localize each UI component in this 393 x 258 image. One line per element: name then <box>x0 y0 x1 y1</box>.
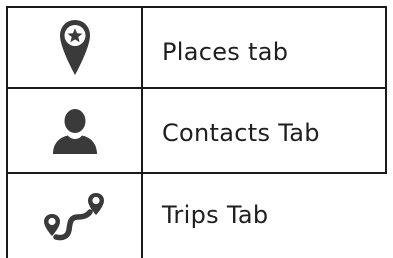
table-row-contacts: Contacts Tab <box>8 89 385 172</box>
person-icon <box>51 107 99 155</box>
table-row-trips: Trips Tab <box>8 174 385 258</box>
icon-cell <box>8 174 141 258</box>
places-tab-label: Places tab <box>162 37 289 66</box>
route-icon <box>43 190 107 242</box>
tab-icon-table: Places tab Contacts Tab Trips Tab <box>0 0 393 258</box>
contacts-tab-label: Contacts Tab <box>162 118 320 147</box>
icon-cell <box>8 89 141 172</box>
label-cell: Places tab <box>143 8 385 87</box>
label-cell: Trips Tab <box>143 174 385 258</box>
trips-tab-label: Trips Tab <box>162 201 269 229</box>
table-row-places: Places tab <box>8 8 385 87</box>
map-pin-star-icon <box>58 18 92 78</box>
table-border-right <box>385 6 387 174</box>
icon-cell <box>8 8 141 87</box>
label-cell: Contacts Tab <box>143 89 385 172</box>
